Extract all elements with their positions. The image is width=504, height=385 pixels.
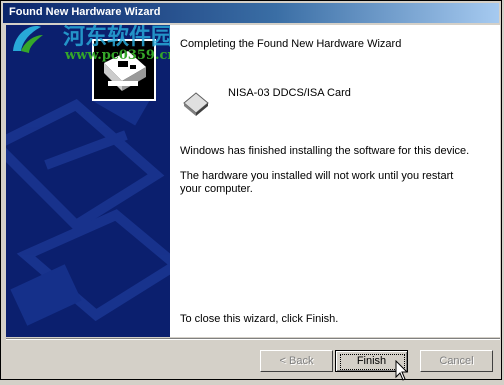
window-title: Found New Hardware Wizard xyxy=(9,6,161,18)
wizard-window: Found New Hardware Wizard 河东软件园 www.pc03… xyxy=(0,0,502,382)
finished-message: Windows has finished installing the soft… xyxy=(180,145,470,157)
watermark-site-name: 河东软件园 xyxy=(63,24,174,50)
watermark-url: www.pc0359.cn xyxy=(65,48,177,63)
wizard-content: Completing the Found New Hardware Wizard… xyxy=(170,25,500,337)
device-name: NISA-03 DDCS/ISA Card xyxy=(228,87,351,99)
mouse-cursor-icon xyxy=(395,359,409,382)
wizard-heading: Completing the Found New Hardware Wizard xyxy=(180,38,402,50)
cancel-button[interactable]: Cancel xyxy=(420,350,493,372)
watermark-logo xyxy=(9,21,45,60)
back-button[interactable]: < Back xyxy=(260,350,333,372)
wizard-side-banner xyxy=(6,25,170,337)
close-instruction: To close this wizard, click Finish. xyxy=(180,313,339,325)
restart-warning-line2: your computer. xyxy=(180,183,253,195)
device-icon xyxy=(182,89,210,117)
button-separator-highlight xyxy=(6,339,500,340)
restart-warning-line1: The hardware you installed will not work… xyxy=(180,170,454,182)
